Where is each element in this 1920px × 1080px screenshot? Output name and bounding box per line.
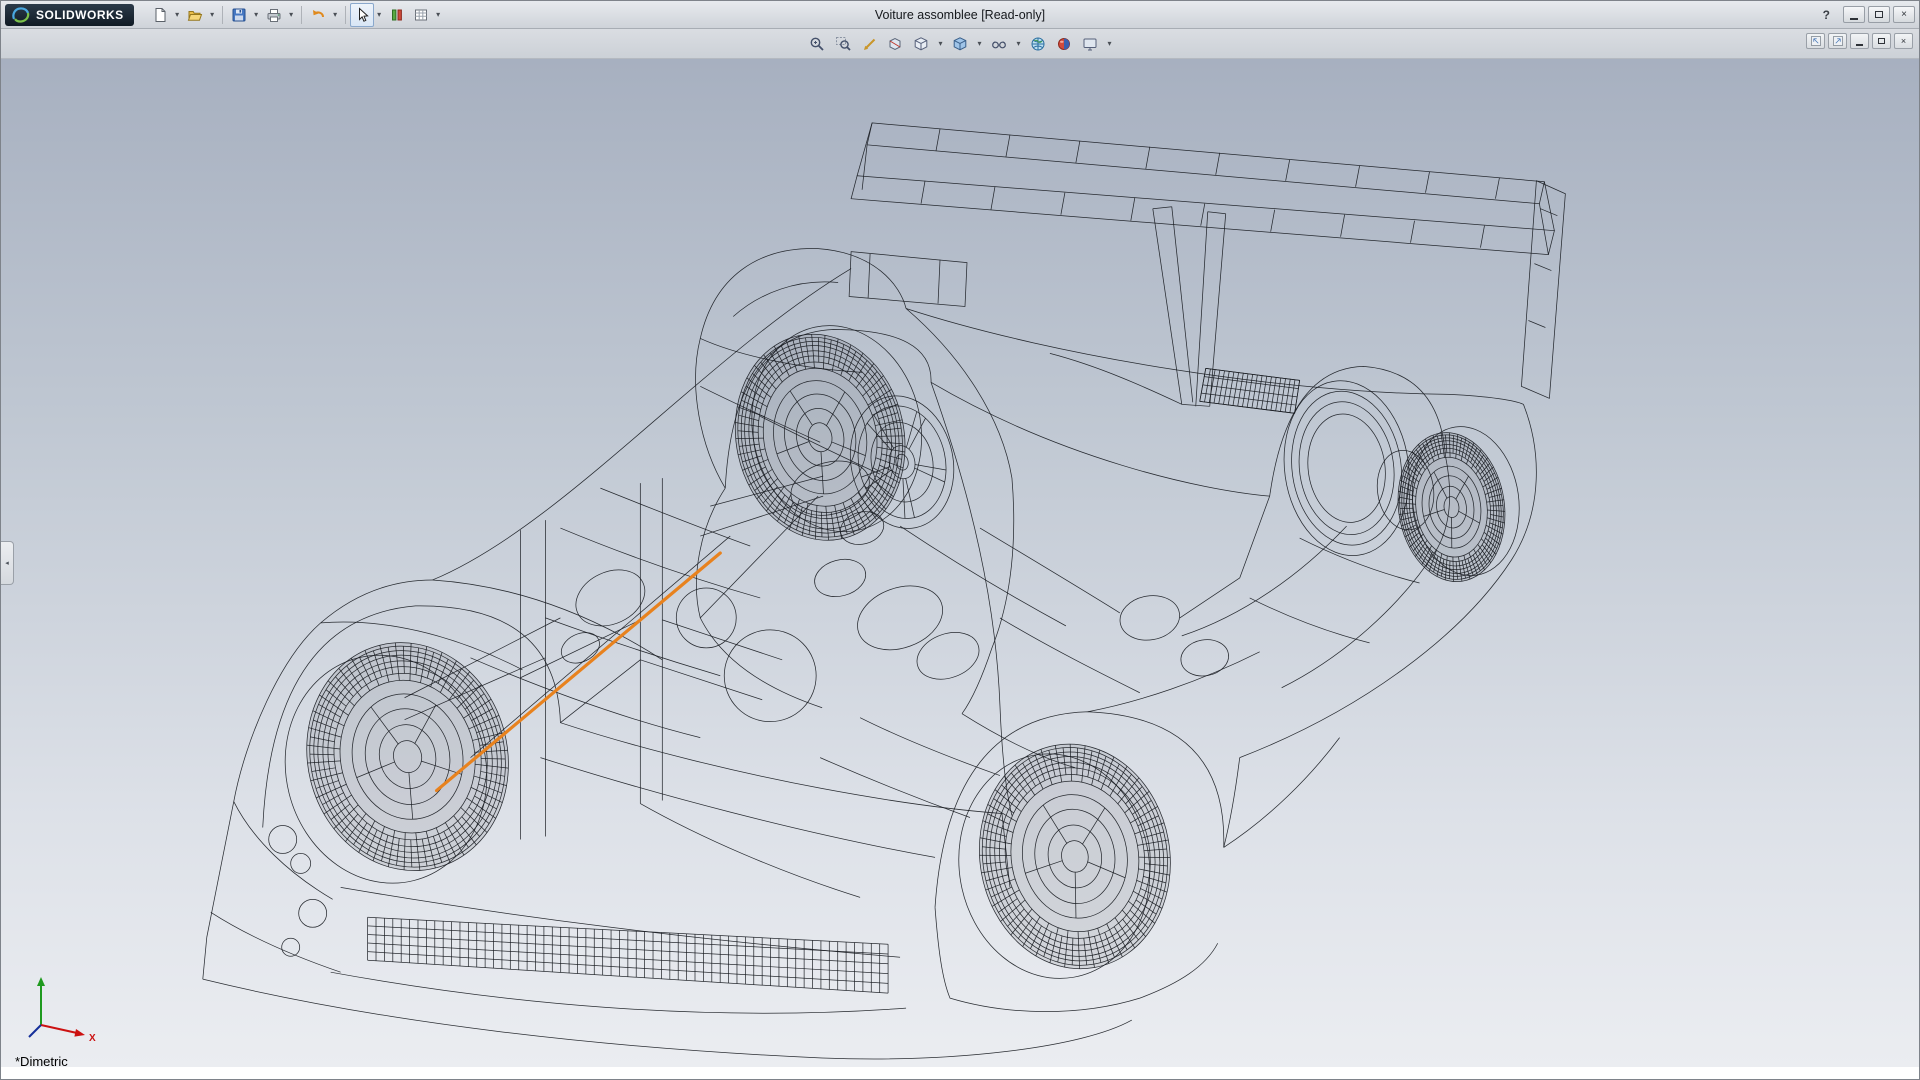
zoom-to-fit-icon: [809, 36, 825, 52]
titlebar: SOLIDWORKS ▾ ▾ ▾ ▾ ▾: [1, 1, 1919, 29]
help-button[interactable]: ?: [1823, 8, 1830, 22]
open-folder-icon: [187, 7, 203, 23]
hide-show-items-dropdown[interactable]: ▾: [1013, 39, 1024, 48]
select-cursor-icon: [354, 7, 370, 23]
new-document-button[interactable]: [148, 3, 172, 27]
view-settings-dropdown[interactable]: ▾: [1104, 39, 1115, 48]
hide-show-items-button[interactable]: [987, 32, 1011, 56]
apply-scene-globe-icon: [1030, 36, 1046, 52]
maximize-button[interactable]: [1868, 6, 1890, 23]
display-style-dropdown[interactable]: ▾: [974, 39, 985, 48]
section-view-button[interactable]: [883, 32, 907, 56]
new-document-icon: [152, 7, 168, 23]
view-settings-button[interactable]: [1078, 32, 1102, 56]
car-wireframe[interactable]: [1, 59, 1919, 1067]
section-view-icon: [887, 36, 903, 52]
selection-filter-icon: [389, 7, 405, 23]
save-dropdown[interactable]: ▾: [251, 10, 262, 19]
print-dropdown[interactable]: ▾: [286, 10, 297, 19]
window-controls: ? ×: [1823, 6, 1915, 23]
print-icon: [266, 7, 282, 23]
save-button[interactable]: [227, 3, 251, 27]
new-document-dropdown[interactable]: ▾: [172, 10, 183, 19]
undo-dropdown[interactable]: ▾: [330, 10, 341, 19]
options-sheet-icon: [413, 7, 429, 23]
triad-x-label: X: [89, 1033, 96, 1044]
view-orientation-icon: [913, 36, 929, 52]
options-sheet-button[interactable]: [409, 3, 433, 27]
previous-view-icon: [861, 36, 877, 52]
view-toolbar-row: ▾ ▾ ▾ ▾: [1, 29, 1919, 59]
3ds-swirl-icon: [11, 6, 31, 24]
document-title: Voiture assomblee [Read-only]: [875, 8, 1045, 22]
toolbar-separator: [222, 6, 223, 24]
graphics-area[interactable]: ◂ X *Dimetric: [1, 59, 1919, 1067]
print-button[interactable]: [262, 3, 286, 27]
doc-restore-button[interactable]: [1872, 33, 1891, 49]
toolbar-separator: [301, 6, 302, 24]
save-icon: [231, 7, 247, 23]
maximize-icon: [1875, 11, 1883, 18]
options-dropdown[interactable]: ▾: [433, 10, 444, 19]
triad-z-arrow: [29, 1025, 41, 1037]
undo-button[interactable]: [306, 3, 330, 27]
featuremanager-collapse-tab[interactable]: ◂: [1, 541, 14, 585]
undo-icon: [310, 7, 326, 23]
doc-minimize-button[interactable]: [1850, 33, 1869, 49]
pane-expand-left-button[interactable]: [1806, 33, 1825, 49]
edit-appearance-button[interactable]: [1052, 32, 1076, 56]
pane-expand-left-icon: [1810, 35, 1822, 47]
document-window-controls: ×: [1806, 33, 1913, 49]
select-dropdown[interactable]: ▾: [374, 10, 385, 19]
brand-name: SOLIDWORKS: [36, 8, 124, 22]
minimize-icon: [1850, 18, 1858, 20]
doc-minimize-icon: [1856, 44, 1863, 46]
solidworks-window: SOLIDWORKS ▾ ▾ ▾ ▾ ▾: [0, 0, 1920, 1080]
doc-restore-icon: [1878, 38, 1885, 44]
view-settings-icon: [1082, 36, 1098, 52]
selection-filter-button[interactable]: [385, 3, 409, 27]
main-toolbar: ▾ ▾ ▾ ▾ ▾ ▾: [148, 1, 444, 28]
hide-show-items-icon: [991, 36, 1007, 52]
doc-close-button[interactable]: ×: [1894, 33, 1913, 49]
minimize-button[interactable]: [1843, 6, 1865, 23]
zoom-to-area-button[interactable]: [831, 32, 855, 56]
heads-up-toolbar: ▾ ▾ ▾ ▾: [805, 32, 1115, 56]
open-button[interactable]: [183, 3, 207, 27]
view-orientation-dropdown[interactable]: ▾: [935, 39, 946, 48]
orientation-triad: X: [19, 967, 109, 1045]
previous-view-button[interactable]: [857, 32, 881, 56]
open-dropdown[interactable]: ▾: [207, 10, 218, 19]
triad-y-arrow: [37, 977, 45, 986]
solidworks-logo: SOLIDWORKS: [5, 4, 134, 26]
zoom-to-area-icon: [835, 36, 851, 52]
pane-expand-right-button[interactable]: [1828, 33, 1847, 49]
view-orientation-label: *Dimetric: [15, 1054, 68, 1067]
view-orientation-button[interactable]: [909, 32, 933, 56]
select-button[interactable]: [350, 3, 374, 27]
bottom-strip: [1, 1067, 1919, 1079]
display-style-button[interactable]: [948, 32, 972, 56]
close-button[interactable]: ×: [1893, 6, 1915, 23]
display-style-icon: [952, 36, 968, 52]
apply-scene-button[interactable]: [1026, 32, 1050, 56]
pane-expand-right-icon: [1832, 35, 1844, 47]
zoom-to-fit-button[interactable]: [805, 32, 829, 56]
edit-appearance-ball-icon: [1056, 36, 1072, 52]
toolbar-separator: [345, 6, 346, 24]
triad-x-arrow: [74, 1029, 85, 1037]
